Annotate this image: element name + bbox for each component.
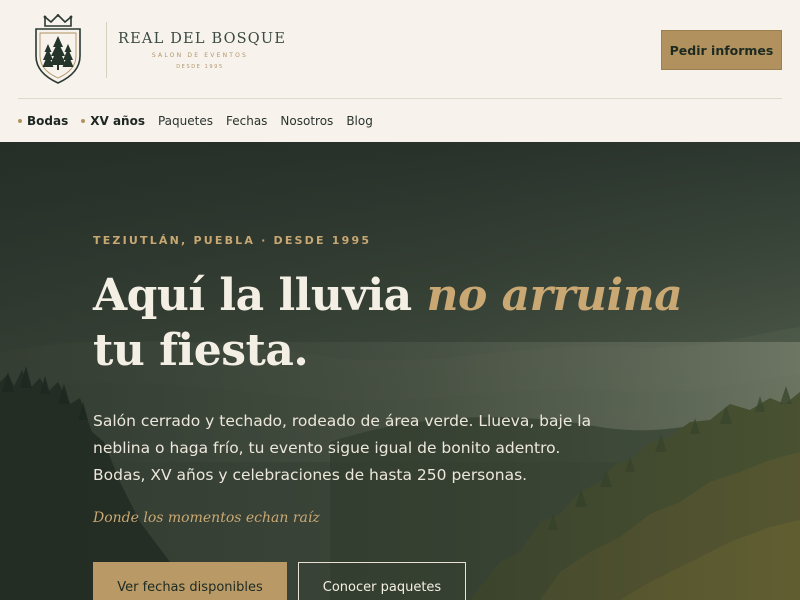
nav-item-bodas[interactable]: Bodas bbox=[18, 114, 68, 128]
nav-item-nosotros[interactable]: Nosotros bbox=[280, 114, 333, 128]
nav-item-fechas[interactable]: Fechas bbox=[226, 114, 267, 128]
nav-item-label: Nosotros bbox=[280, 113, 334, 128]
hero-section: TEZIUTLÁN, PUEBLA · DESDE 1995 Aquí la l… bbox=[0, 142, 800, 600]
nav-item-label: Paquetes bbox=[157, 113, 213, 128]
hero-tagline: Donde los momentos echan raíz bbox=[93, 510, 320, 526]
hero-headline: Aquí la lluvia no arruina tu fiesta. bbox=[93, 268, 733, 378]
brand-text: REAL DEL BOSQUE SALON DE EVENTOS DESDE 1… bbox=[118, 31, 287, 70]
hero-description: Salón cerrado y techado, rodeado de área… bbox=[93, 412, 592, 484]
nav-item-blog[interactable]: Blog bbox=[346, 114, 373, 128]
brand-since: DESDE 1995 bbox=[176, 64, 224, 70]
nav-item-label: Fechas bbox=[225, 113, 268, 128]
view-packages-button[interactable]: Conocer paquetes bbox=[298, 562, 466, 600]
hero-eyebrow: TEZIUTLÁN, PUEBLA · DESDE 1995 bbox=[93, 234, 372, 247]
site-header: REAL DEL BOSQUE SALON DE EVENTOS DESDE 1… bbox=[0, 0, 800, 142]
brand-subtitle: SALON DE EVENTOS bbox=[151, 52, 249, 59]
brand-divider bbox=[106, 22, 107, 78]
headline-emphasis: no arruina bbox=[426, 270, 683, 321]
nav-item-paquetes[interactable]: Paquetes bbox=[158, 114, 213, 128]
main-nav: Bodas XV años Paquetes Fechas Nosotros B… bbox=[18, 99, 386, 142]
nav-item-xv-anos[interactable]: XV años bbox=[81, 114, 145, 128]
request-info-button[interactable]: Pedir informes bbox=[661, 30, 782, 70]
nav-item-label: Bodas bbox=[27, 113, 69, 128]
see-available-dates-button[interactable]: Ver fechas disponibles bbox=[93, 562, 287, 600]
headline-part1: Aquí la lluvia bbox=[93, 270, 427, 321]
shield-pine-crown-icon bbox=[35, 14, 81, 84]
nav-active-dot bbox=[18, 118, 22, 123]
brand-name: REAL DEL BOSQUE bbox=[118, 31, 287, 47]
nav-item-label: Blog bbox=[346, 113, 373, 128]
headline-part2: tu fiesta. bbox=[93, 325, 309, 376]
nav-item-label: XV años bbox=[90, 113, 145, 128]
nav-active-dot bbox=[81, 118, 86, 123]
brand-logo[interactable]: REAL DEL BOSQUE SALON DE EVENTOS DESDE 1… bbox=[32, 14, 285, 84]
